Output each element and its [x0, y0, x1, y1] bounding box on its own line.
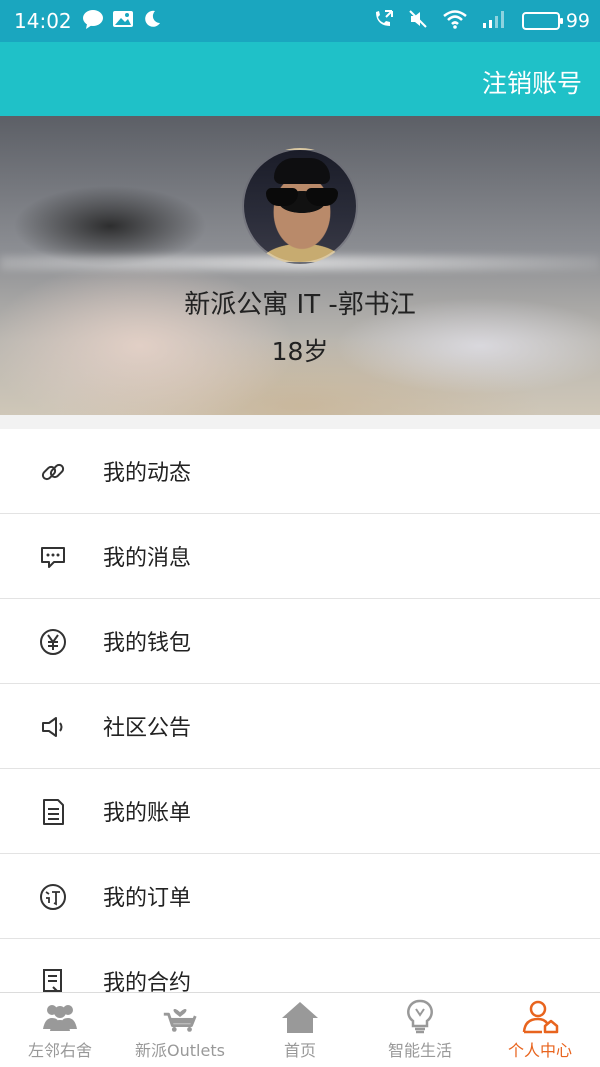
- tab-label: 左邻右舍: [27, 1041, 92, 1060]
- tab-label: 新派Outlets: [135, 1041, 225, 1060]
- status-system-icons: 99: [372, 9, 590, 33]
- battery-percent: 99: [565, 10, 590, 32]
- tab-home[interactable]: 首页: [240, 993, 360, 1067]
- neighbors-icon: [40, 999, 80, 1035]
- bulb-icon: [400, 999, 440, 1035]
- battery-icon: [521, 12, 563, 30]
- menu-item-my-wallet[interactable]: 我的钱包: [0, 599, 600, 684]
- yen-icon: [38, 627, 68, 657]
- avatar-sunglasses: [266, 188, 338, 208]
- speaker-icon: [38, 712, 68, 742]
- profile-menu: 我的动态 我的消息 我的钱包 社区公告 我的账单 我的订单 我的合约: [0, 429, 600, 1024]
- menu-item-my-orders[interactable]: 我的订单: [0, 854, 600, 939]
- menu-item-label: 我的消息: [103, 546, 192, 571]
- logout-button[interactable]: 注销账号: [482, 64, 582, 100]
- profile-age: 18岁: [271, 337, 329, 366]
- cart-icon: [160, 999, 200, 1035]
- tab-profile-center[interactable]: 个人中心: [480, 993, 600, 1067]
- menu-item-label: 我的账单: [103, 801, 192, 826]
- mute-icon: [408, 9, 428, 33]
- menu-item-label: 我的动态: [103, 461, 192, 486]
- menu-item-label: 我的钱包: [103, 631, 192, 656]
- tab-smart-life[interactable]: 智能生活: [360, 993, 480, 1067]
- menu-item-my-activity[interactable]: 我的动态: [0, 429, 600, 514]
- menu-item-my-messages[interactable]: 我的消息: [0, 514, 600, 599]
- menu-item-label: 我的订单: [103, 886, 192, 911]
- avatar-hair: [274, 158, 330, 184]
- profile-name: 新派公寓 IT -郭书江: [184, 290, 416, 320]
- signal-icon: [482, 9, 508, 33]
- message-icon: [38, 542, 68, 572]
- avatar[interactable]: [242, 148, 358, 264]
- profile-icon: [520, 999, 560, 1035]
- tab-label: 首页: [283, 1041, 316, 1060]
- tab-outlets[interactable]: 新派Outlets: [120, 993, 240, 1067]
- app-bar: 注销账号: [0, 42, 600, 116]
- status-time: 14:02: [14, 9, 72, 33]
- bottom-tab-bar: 左邻右舍 新派Outlets 首页 智能生活 个人中心: [0, 992, 600, 1067]
- profile-header: 新派公寓 IT -郭书江 18岁: [0, 116, 600, 415]
- status-notification-icons: [82, 9, 162, 33]
- tab-label: 个人中心: [507, 1041, 572, 1060]
- bill-icon: [38, 797, 68, 827]
- battery-indicator: 99: [521, 10, 590, 32]
- moon-notification-icon: [142, 9, 162, 33]
- menu-item-community-notice[interactable]: 社区公告: [0, 684, 600, 769]
- home-icon: [280, 999, 320, 1035]
- status-bar: 14:02 99: [0, 0, 600, 42]
- image-notification-icon: [112, 9, 134, 33]
- tab-neighbors[interactable]: 左邻右舍: [0, 993, 120, 1067]
- order-icon: [38, 882, 68, 912]
- menu-item-label: 社区公告: [103, 716, 192, 741]
- link-icon: [38, 457, 68, 487]
- chat-notification-icon: [82, 9, 104, 33]
- call-forward-icon: [372, 9, 394, 33]
- wifi-icon: [442, 9, 468, 33]
- tab-label: 智能生活: [387, 1041, 452, 1060]
- menu-item-my-bills[interactable]: 我的账单: [0, 769, 600, 854]
